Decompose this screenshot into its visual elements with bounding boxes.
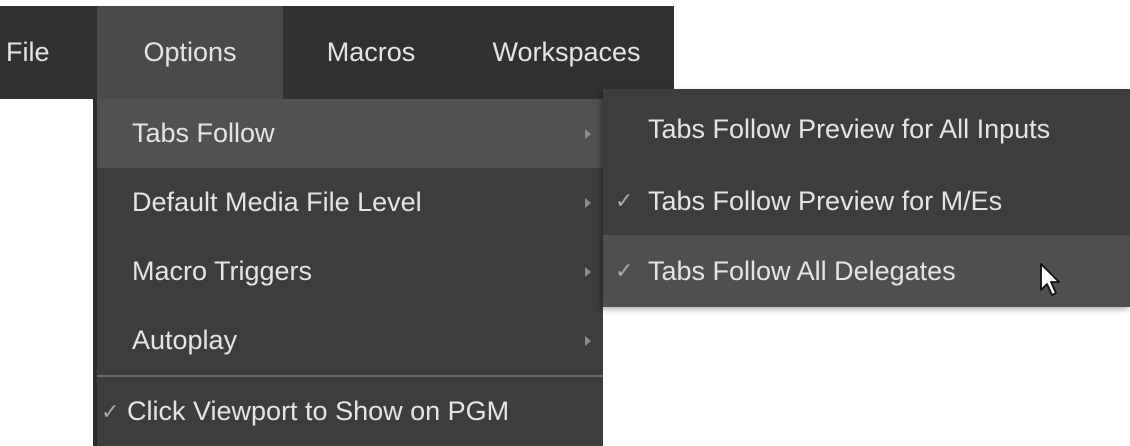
menu-item-label: Default Media File Level — [132, 187, 422, 217]
menu-options[interactable]: Options — [97, 6, 283, 99]
submenu-item-label: Tabs Follow Preview for All Inputs — [648, 113, 1051, 144]
submenu-item-label: Tabs Follow Preview for M/Es — [648, 185, 1003, 216]
menu-item-label: Macro Triggers — [132, 256, 313, 286]
options-dropdown: Tabs Follow Default Media File Level Mac… — [93, 99, 603, 446]
check-icon: ✓ — [101, 398, 120, 424]
chevron-right-icon — [585, 335, 591, 346]
check-icon: ✓ — [615, 258, 634, 283]
submenu-item-label: Tabs Follow All Delegates — [648, 255, 956, 286]
menu-item-autoplay[interactable]: Autoplay — [97, 306, 603, 375]
menu-macros[interactable]: Macros — [283, 6, 459, 99]
menu-file[interactable]: File — [0, 6, 92, 99]
mouse-pointer-icon — [1040, 263, 1060, 296]
menu-item-macro-triggers[interactable]: Macro Triggers — [97, 237, 603, 306]
menu-item-label: Autoplay — [132, 325, 238, 355]
menu-item-label: Tabs Follow — [132, 118, 275, 148]
menu-item-tabs-follow[interactable]: Tabs Follow — [97, 99, 603, 168]
chevron-right-icon — [585, 266, 591, 277]
submenu-item-preview-mes[interactable]: ✓ Tabs Follow Preview for M/Es — [603, 165, 1130, 237]
chevron-right-icon — [585, 128, 591, 139]
menu-item-click-viewport-to-show-on-pgm[interactable]: ✓ Click Viewport to Show on PGM — [97, 377, 603, 446]
menu-workspaces[interactable]: Workspaces — [459, 6, 674, 99]
submenu-item-preview-all-inputs[interactable]: Tabs Follow Preview for All Inputs — [603, 93, 1130, 165]
menu-item-label: Click Viewport to Show on PGM — [127, 396, 510, 426]
check-icon: ✓ — [615, 188, 634, 213]
chevron-right-icon — [585, 197, 591, 208]
menubar: File Options Macros Workspaces — [0, 6, 674, 99]
menu-item-default-media-file-level[interactable]: Default Media File Level — [97, 168, 603, 237]
